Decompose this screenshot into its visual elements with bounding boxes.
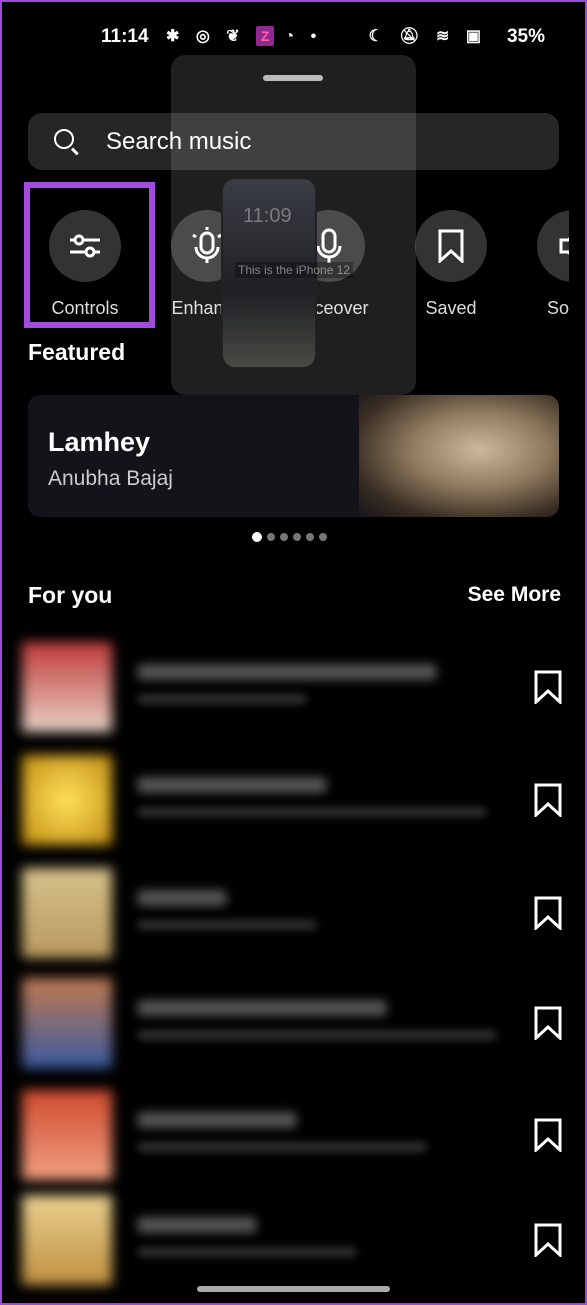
track-row[interactable] xyxy=(22,978,567,1070)
track-thumbnail xyxy=(22,1090,112,1180)
bookmark-icon[interactable] xyxy=(533,896,563,935)
track-thumbnail xyxy=(22,868,112,958)
carousel-dot[interactable] xyxy=(267,533,275,541)
track-title-blurred xyxy=(137,1217,257,1233)
tools-clip xyxy=(569,200,587,330)
drag-handle[interactable] xyxy=(263,75,323,81)
track-row[interactable] xyxy=(22,1195,567,1287)
video-preview-overlay[interactable]: 11:09 This is the iPhone 12 xyxy=(171,55,416,395)
track-title-blurred xyxy=(137,777,327,793)
preview-clock: 11:09 xyxy=(243,205,292,227)
track-subtitle-blurred xyxy=(137,920,317,930)
track-row[interactable] xyxy=(22,868,567,960)
bookmark-icon[interactable] xyxy=(533,1006,563,1045)
system-icons: ☾ 🔕︎ ≋ ▣ xyxy=(368,28,487,45)
track-thumbnail xyxy=(22,642,112,732)
track-title-blurred xyxy=(137,664,437,680)
track-title-blurred xyxy=(137,890,227,906)
featured-card[interactable]: Lamhey Anubha Bajaj xyxy=(28,395,559,517)
for-you-heading: For you xyxy=(28,582,113,608)
bookmark-icon[interactable] xyxy=(533,670,563,709)
carousel-dot[interactable] xyxy=(293,533,301,541)
battery-percent: 35% xyxy=(506,26,545,47)
bookmark-icon[interactable] xyxy=(533,1223,563,1262)
track-subtitle-blurred xyxy=(137,1142,427,1152)
carousel-dot[interactable] xyxy=(280,533,288,541)
home-indicator[interactable] xyxy=(197,1286,390,1292)
featured-heading: Featured xyxy=(28,339,126,365)
bookmark-icon xyxy=(415,210,487,282)
status-bar: 11:14 ✱ ◎ ❦ Z ◔ • ☾ 🔕︎ ≋ ▣ 35% xyxy=(0,24,587,50)
track-row[interactable] xyxy=(22,1090,567,1182)
featured-title: Lamhey xyxy=(48,427,151,457)
carousel-dot[interactable] xyxy=(252,532,262,542)
preview-caption: This is the iPhone 12 xyxy=(235,262,354,278)
featured-artwork xyxy=(359,395,559,517)
track-row[interactable] xyxy=(22,642,567,734)
controls-highlight-box xyxy=(24,182,155,328)
track-subtitle-blurred xyxy=(137,694,307,704)
track-title-blurred xyxy=(137,1000,387,1016)
carousel-dot[interactable] xyxy=(306,533,314,541)
track-row[interactable] xyxy=(22,755,567,847)
zomato-icon: Z xyxy=(256,26,275,46)
search-icon xyxy=(54,129,74,149)
track-thumbnail xyxy=(22,755,112,845)
track-thumbnail xyxy=(22,978,112,1068)
see-more-link[interactable]: See More xyxy=(468,583,561,607)
carousel-dot[interactable] xyxy=(319,533,327,541)
featured-artist: Anubha Bajaj xyxy=(48,467,173,490)
carousel-dots[interactable] xyxy=(252,532,327,542)
bookmark-icon[interactable] xyxy=(533,1118,563,1157)
bookmark-icon[interactable] xyxy=(533,783,563,822)
track-subtitle-blurred xyxy=(137,1247,357,1257)
notification-icons: ✱ ◎ ❦ Z ◔ • xyxy=(166,26,323,46)
track-subtitle-blurred xyxy=(137,807,487,817)
track-subtitle-blurred xyxy=(137,1030,497,1040)
status-time: 11:14 xyxy=(101,26,149,47)
track-title-blurred xyxy=(137,1112,297,1128)
track-thumbnail xyxy=(22,1195,112,1285)
